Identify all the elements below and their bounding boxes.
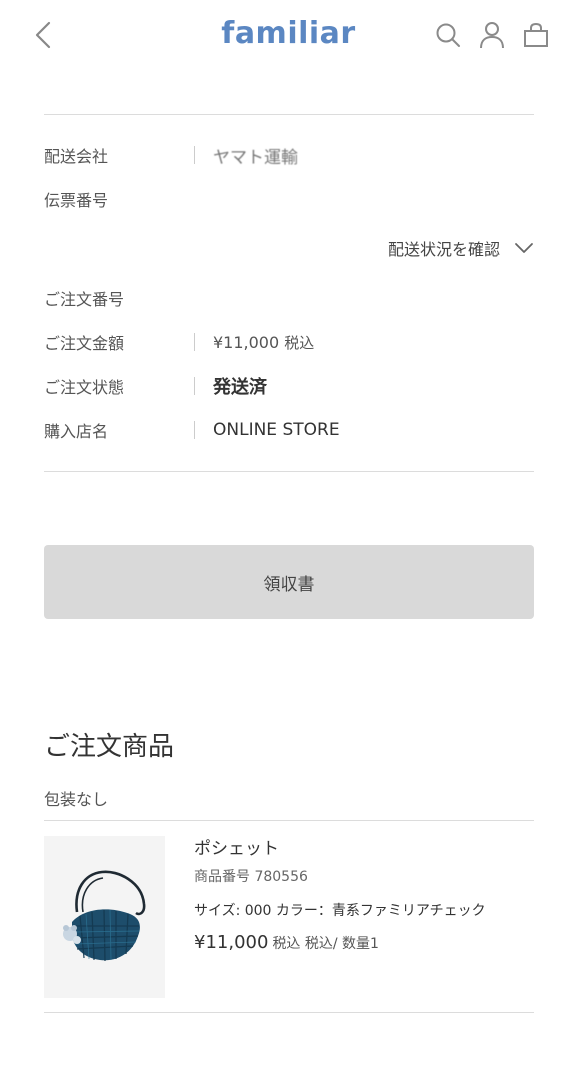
product-name[interactable]: ポシェット <box>194 836 534 862</box>
track-delivery-label: 配送状況を確認 <box>387 240 500 259</box>
search-button[interactable] <box>432 20 464 54</box>
order-amount-value: ¥11,000 税込 <box>213 332 314 353</box>
top-divider <box>44 114 534 115</box>
track-delivery-link[interactable]: 配送状況を確認 <box>388 236 534 260</box>
product-options: サイズ: 000 カラー：青系ファミリアチェック <box>194 903 486 919</box>
order-info-divider <box>44 471 534 472</box>
bottom-divider <box>44 1012 534 1013</box>
user-icon <box>479 21 505 53</box>
product-price-note: 税込 税込/ 数量1 <box>272 936 379 952</box>
receipt-button[interactable]: 領収書 <box>44 545 534 619</box>
product-price: ¥11,000 <box>194 932 269 953</box>
tracking-number-row: 伝票番号 <box>44 185 534 213</box>
store-label: 購入店名 <box>44 422 109 441</box>
order-status-label: ご注文状態 <box>44 378 125 397</box>
cart-button[interactable] <box>520 20 552 54</box>
carrier-label: 配送会社 <box>44 147 109 166</box>
tracking-number-label: 伝票番号 <box>44 191 109 210</box>
order-status-row: ご注文状態 発送済 <box>44 372 534 400</box>
row-separator <box>194 377 195 395</box>
row-separator <box>194 146 195 164</box>
logo-text: familiar <box>221 16 356 51</box>
bag-icon <box>523 22 549 52</box>
product-info: ポシェット 商品番号 780556 サイズ: 000 カラー：青系ファミリアチェ… <box>194 836 534 960</box>
order-status-value: 発送済 <box>213 377 267 398</box>
order-number-row: ご注文番号 <box>44 284 534 312</box>
carrier-value: ヤマト運輸 <box>213 147 298 168</box>
ordered-items-title: ご注文商品 <box>44 732 175 762</box>
account-button[interactable] <box>476 20 508 54</box>
store-value: ONLINE STORE <box>213 420 340 440</box>
pochette-bag-image <box>63 870 146 962</box>
order-amount-label: ご注文金額 <box>44 334 125 353</box>
product-image[interactable] <box>44 836 165 998</box>
search-icon <box>435 22 461 52</box>
chevron-down-icon <box>514 242 534 254</box>
order-amount-tax: 税込 <box>284 333 315 352</box>
product-code: 商品番号 780556 <box>194 869 308 885</box>
carrier-row: 配送会社 ヤマト運輸 <box>44 141 534 169</box>
app-header: familiar <box>0 0 577 80</box>
product-price-row: ¥11,000 税込 税込/ 数量1 <box>194 926 534 960</box>
order-number-label: ご注文番号 <box>44 290 125 309</box>
wrapping-status: 包装なし <box>44 790 109 809</box>
order-amount-price: ¥11,000 <box>213 332 280 352</box>
row-separator <box>194 421 195 439</box>
items-divider <box>44 820 534 821</box>
store-row: 購入店名 ONLINE STORE <box>44 416 534 444</box>
order-amount-row: ご注文金額 ¥11,000 税込 <box>44 328 534 356</box>
row-separator <box>194 333 195 351</box>
